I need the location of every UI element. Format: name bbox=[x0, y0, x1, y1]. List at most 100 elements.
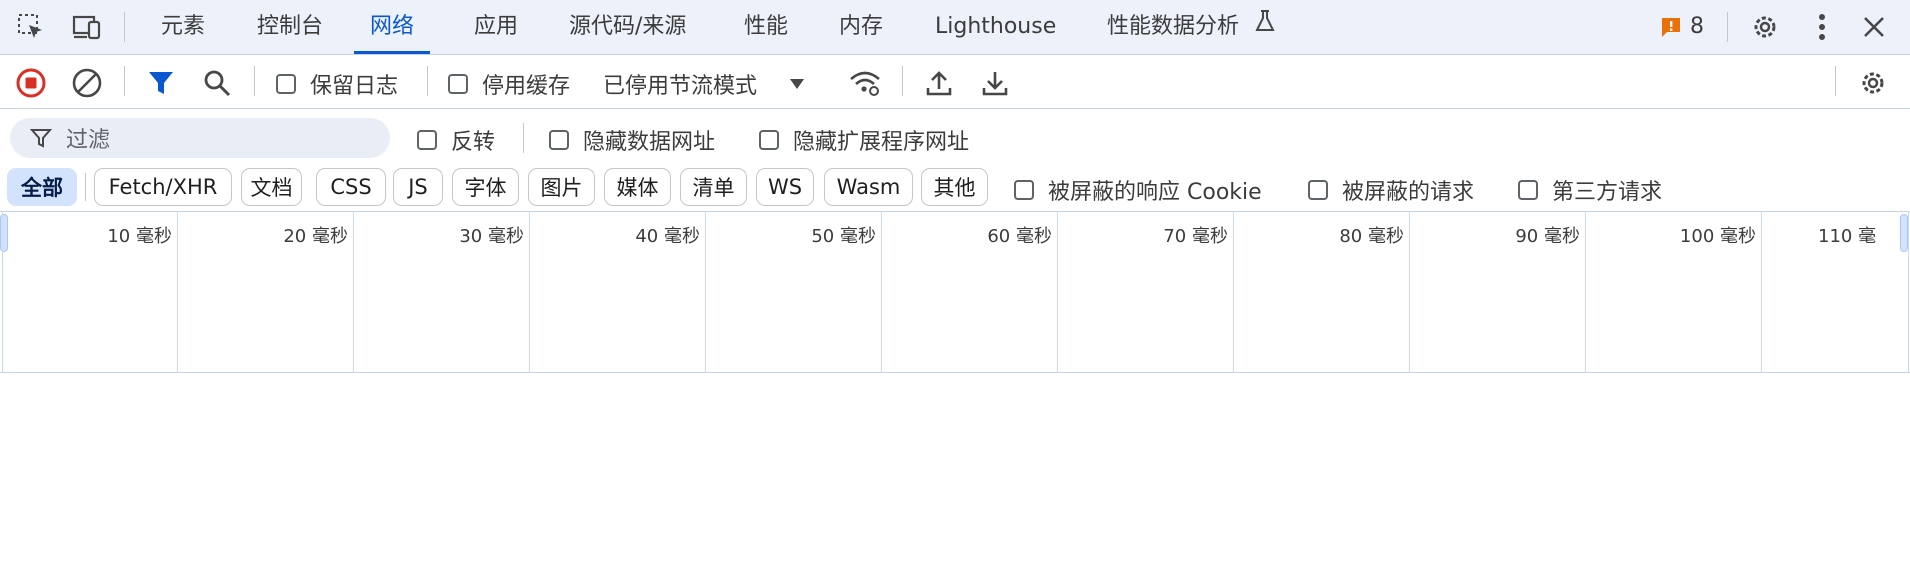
tab-performance[interactable]: 性能 bbox=[728, 0, 804, 54]
timeline-gridline bbox=[881, 212, 882, 372]
timeline-tick-label: 70 毫秒 bbox=[1163, 226, 1228, 247]
filter-input[interactable]: 过滤 bbox=[10, 118, 390, 158]
settings-gear-icon[interactable] bbox=[1748, 10, 1782, 44]
type-filter-ws[interactable]: WS bbox=[756, 168, 814, 206]
network-toolbar: 保留日志 停用缓存 已停用节流模式 bbox=[0, 55, 1910, 109]
type-filter-wasm[interactable]: Wasm bbox=[824, 168, 913, 206]
separator bbox=[1835, 66, 1836, 96]
requests-empty-area bbox=[0, 373, 1910, 582]
timeline-tick-label: 100 毫秒 bbox=[1679, 226, 1756, 247]
disable-cache-label: 停用缓存 bbox=[482, 74, 571, 99]
timeline-tick-label: 80 毫秒 bbox=[1339, 226, 1404, 247]
timeline-tick-label: 110 毫 bbox=[1818, 226, 1877, 247]
timeline-tick-label: 90 毫秒 bbox=[1515, 226, 1580, 247]
tab-lighthouse[interactable]: Lighthouse bbox=[919, 0, 1072, 54]
tab-network[interactable]: 网络 bbox=[354, 0, 431, 54]
type-filter-font[interactable]: 字体 bbox=[452, 168, 519, 206]
tab-application[interactable]: 应用 bbox=[458, 0, 534, 54]
network-settings-gear-icon[interactable] bbox=[1856, 66, 1890, 100]
timeline-tick-label: 10 毫秒 bbox=[107, 226, 172, 247]
stop-recording-icon[interactable] bbox=[14, 66, 48, 100]
checkbox-box bbox=[1308, 180, 1328, 200]
tab-elements[interactable]: 元素 bbox=[145, 0, 221, 54]
timeline-overview[interactable]: 10 毫秒 20 毫秒 30 毫秒 40 毫秒 50 毫秒 60 毫秒 70 毫… bbox=[0, 211, 1910, 373]
type-filter-media[interactable]: 媒体 bbox=[604, 168, 671, 206]
timeline-gridline bbox=[353, 212, 354, 372]
type-filter-css[interactable]: CSS bbox=[316, 168, 386, 206]
tab-performance-insights[interactable]: 性能数据分析 bbox=[1091, 0, 1292, 54]
chevron-down-icon bbox=[790, 79, 805, 89]
separator bbox=[124, 66, 125, 96]
timeline-tick-label: 40 毫秒 bbox=[635, 226, 700, 247]
tab-memory[interactable]: 内存 bbox=[823, 0, 899, 54]
hide-data-urls-label: 隐藏数据网址 bbox=[583, 130, 716, 155]
checkbox-box bbox=[1518, 180, 1538, 200]
filter-row: 过滤 反转 隐藏数据网址 隐藏扩展程序网址 bbox=[0, 109, 1910, 161]
filter-funnel-icon bbox=[30, 129, 52, 148]
separator bbox=[427, 66, 428, 96]
checkbox-box bbox=[276, 74, 296, 94]
type-filter-all[interactable]: 全部 bbox=[7, 168, 77, 206]
invert-checkbox[interactable]: 反转 bbox=[417, 124, 495, 156]
more-options-icon[interactable] bbox=[1805, 10, 1839, 44]
tab-sources[interactable]: 源代码/来源 bbox=[553, 0, 702, 54]
timeline-gridline bbox=[2, 212, 3, 372]
timeline-gridline bbox=[1233, 212, 1234, 372]
checkbox-box bbox=[759, 130, 779, 150]
blocked-requests-label: 被屏蔽的请求 bbox=[1342, 180, 1475, 205]
network-conditions-icon[interactable] bbox=[848, 66, 882, 100]
third-party-requests-label: 第三方请求 bbox=[1552, 180, 1663, 205]
timeline-gridline bbox=[1585, 212, 1586, 372]
tab-performance-insights-label: 性能数据分析 bbox=[1107, 14, 1240, 39]
filter-placeholder: 过滤 bbox=[66, 128, 111, 153]
blocked-response-cookies-checkbox[interactable]: 被屏蔽的响应 Cookie bbox=[1014, 174, 1262, 206]
hide-data-urls-checkbox[interactable]: 隐藏数据网址 bbox=[549, 124, 715, 156]
hide-extension-urls-checkbox[interactable]: 隐藏扩展程序网址 bbox=[759, 124, 969, 156]
close-devtools-icon[interactable] bbox=[1857, 10, 1891, 44]
export-har-icon[interactable] bbox=[978, 66, 1012, 100]
issues-counter[interactable]: 8 bbox=[1660, 14, 1704, 39]
hide-extension-urls-label: 隐藏扩展程序网址 bbox=[793, 130, 970, 155]
devtools-tabbar: 元素 控制台 网络 应用 源代码/来源 性能 内存 Lighthouse 性能数… bbox=[0, 0, 1910, 55]
resource-type-filter-row: 全部 Fetch/XHR 文档 CSS JS 字体 图片 媒体 清单 WS Wa… bbox=[0, 161, 1910, 211]
inspect-element-icon[interactable] bbox=[14, 10, 48, 44]
type-filter-manifest[interactable]: 清单 bbox=[680, 168, 747, 206]
blocked-response-cookies-label: 被屏蔽的响应 Cookie bbox=[1048, 180, 1262, 205]
type-filter-image[interactable]: 图片 bbox=[528, 168, 595, 206]
timeline-tick-label: 30 毫秒 bbox=[459, 226, 524, 247]
checkbox-box bbox=[448, 74, 468, 94]
preserve-log-checkbox[interactable]: 保留日志 bbox=[276, 68, 398, 100]
issues-count: 8 bbox=[1690, 14, 1704, 39]
timeline-gridline bbox=[1908, 212, 1909, 372]
separator bbox=[124, 12, 125, 42]
type-filter-js[interactable]: JS bbox=[393, 168, 443, 206]
type-filter-document[interactable]: 文档 bbox=[241, 168, 302, 206]
import-har-icon[interactable] bbox=[922, 66, 956, 100]
timeline-gridline bbox=[1057, 212, 1058, 372]
throttling-select[interactable]: 已停用节流模式 bbox=[603, 68, 805, 100]
blocked-requests-checkbox[interactable]: 被屏蔽的请求 bbox=[1308, 174, 1474, 206]
disable-cache-checkbox[interactable]: 停用缓存 bbox=[448, 68, 570, 100]
type-filter-fetch-xhr[interactable]: Fetch/XHR bbox=[94, 168, 232, 206]
timeline-gridline bbox=[529, 212, 530, 372]
separator bbox=[902, 66, 903, 96]
timeline-tick-label: 50 毫秒 bbox=[811, 226, 876, 247]
tab-console[interactable]: 控制台 bbox=[241, 0, 339, 54]
third-party-requests-checkbox[interactable]: 第三方请求 bbox=[1518, 174, 1662, 206]
device-toolbar-icon[interactable] bbox=[70, 10, 104, 44]
throttling-value: 已停用节流模式 bbox=[603, 74, 758, 99]
search-icon[interactable] bbox=[200, 66, 234, 100]
issue-flag-icon bbox=[1662, 17, 1680, 37]
checkbox-box bbox=[1014, 180, 1034, 200]
timeline-gridline bbox=[1409, 212, 1410, 372]
timeline-gridline bbox=[1761, 212, 1762, 372]
filter-icon[interactable] bbox=[144, 66, 178, 100]
separator bbox=[85, 173, 86, 201]
clear-icon[interactable] bbox=[70, 66, 104, 100]
timeline-gridline bbox=[705, 212, 706, 372]
overview-right-handle[interactable] bbox=[1900, 214, 1908, 252]
checkbox-box bbox=[417, 130, 437, 150]
type-filter-other[interactable]: 其他 bbox=[921, 168, 988, 206]
timeline-tick-label: 60 毫秒 bbox=[987, 226, 1052, 247]
invert-label: 反转 bbox=[451, 130, 496, 155]
